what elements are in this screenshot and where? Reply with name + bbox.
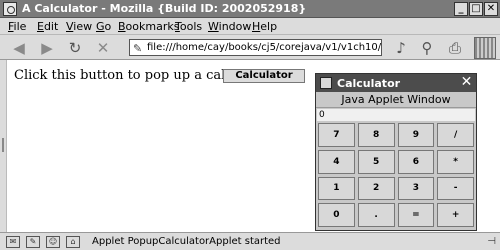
menu-file[interactable]: File — [8, 20, 26, 33]
navigator-icon[interactable]: ✉ — [6, 236, 20, 248]
key-equals[interactable]: = — [397, 203, 435, 227]
key-5[interactable]: 5 — [357, 149, 395, 174]
statusbar: ✉ ✎ ☺ ⌂ Applet PopupCalculatorApplet sta… — [0, 232, 500, 250]
print-icon[interactable]: ⎙ — [446, 39, 464, 57]
calculator-button[interactable]: Calculator — [223, 69, 305, 83]
calculator-titlebar[interactable]: Calculator ✕ — [316, 74, 476, 92]
menu-view[interactable]: View — [66, 20, 92, 33]
menu-window[interactable]: Window — [208, 20, 251, 33]
key-2[interactable]: 2 — [357, 176, 395, 201]
key-1[interactable]: 1 — [318, 176, 355, 201]
maximize-button[interactable]: □ — [469, 2, 483, 16]
menu-help[interactable]: Help — [252, 20, 277, 33]
go-icon[interactable]: ♪ — [392, 39, 410, 57]
menu-bookmarks[interactable]: Bookmarks — [118, 20, 179, 33]
calculator-close-button[interactable]: ✕ — [459, 75, 474, 90]
minimize-button[interactable]: _ — [454, 2, 468, 16]
key-0[interactable]: 0 — [318, 203, 355, 227]
status-text: Applet PopupCalculatorApplet started — [92, 236, 281, 247]
key-8[interactable]: 8 — [357, 123, 395, 147]
applet-warning: Java Applet Window — [316, 92, 476, 108]
calculator-keypad: 7 8 9 / 4 5 6 * 1 2 3 - 0 . = + — [318, 123, 474, 227]
composer-icon[interactable]: ⌂ — [66, 236, 80, 248]
window-titlebar[interactable]: A Calculator - Mozilla {Build ID: 200205… — [0, 0, 500, 18]
key-decimal[interactable]: . — [357, 203, 395, 227]
page-icon: ✎ — [133, 42, 143, 55]
window-controls: _ □ ✕ — [454, 2, 498, 16]
menu-edit[interactable]: Edit — [37, 20, 58, 33]
key-multiply[interactable]: * — [437, 149, 474, 174]
back-icon[interactable]: ◀ — [10, 39, 28, 57]
key-divide[interactable]: / — [437, 123, 474, 147]
close-button[interactable]: ✕ — [484, 2, 498, 16]
calculator-display: 0 — [317, 109, 475, 121]
throbber-icon[interactable] — [474, 37, 496, 59]
stop-icon[interactable]: ✕ — [94, 39, 112, 57]
key-7[interactable]: 7 — [318, 123, 355, 147]
key-subtract[interactable]: - — [437, 176, 474, 201]
url-field[interactable]: ✎ file:///home/cay/books/cj5/corejava/v1… — [129, 39, 382, 56]
menubar: File Edit View Go Bookmarks Tools Window… — [0, 18, 500, 35]
menu-go[interactable]: Go — [96, 20, 111, 33]
key-9[interactable]: 9 — [397, 123, 435, 147]
menu-tools[interactable]: Tools — [175, 20, 202, 33]
key-3[interactable]: 3 — [397, 176, 435, 201]
mozilla-icon — [3, 2, 17, 16]
connection-icon: ⊣ — [487, 236, 496, 247]
key-add[interactable]: + — [437, 203, 474, 227]
window-title: A Calculator - Mozilla {Build ID: 200205… — [22, 2, 307, 15]
reload-icon[interactable]: ↻ — [66, 39, 84, 57]
key-4[interactable]: 4 — [318, 149, 355, 174]
navigation-toolbar: ◀ ▶ ↻ ✕ ✎ file:///home/cay/books/cj5/cor… — [0, 35, 500, 60]
url-text: file:///home/cay/books/cj5/corejava/v1/v… — [147, 42, 382, 53]
calculator-title: Calculator — [337, 77, 401, 90]
window-icon — [320, 77, 332, 89]
key-6[interactable]: 6 — [397, 149, 435, 174]
search-icon[interactable]: ⚲ — [418, 39, 436, 57]
chat-icon[interactable]: ☺ — [46, 236, 60, 248]
calculator-window: Calculator ✕ Java Applet Window 0 7 8 9 … — [315, 73, 477, 231]
forward-icon[interactable]: ▶ — [38, 39, 56, 57]
mail-icon[interactable]: ✎ — [26, 236, 40, 248]
